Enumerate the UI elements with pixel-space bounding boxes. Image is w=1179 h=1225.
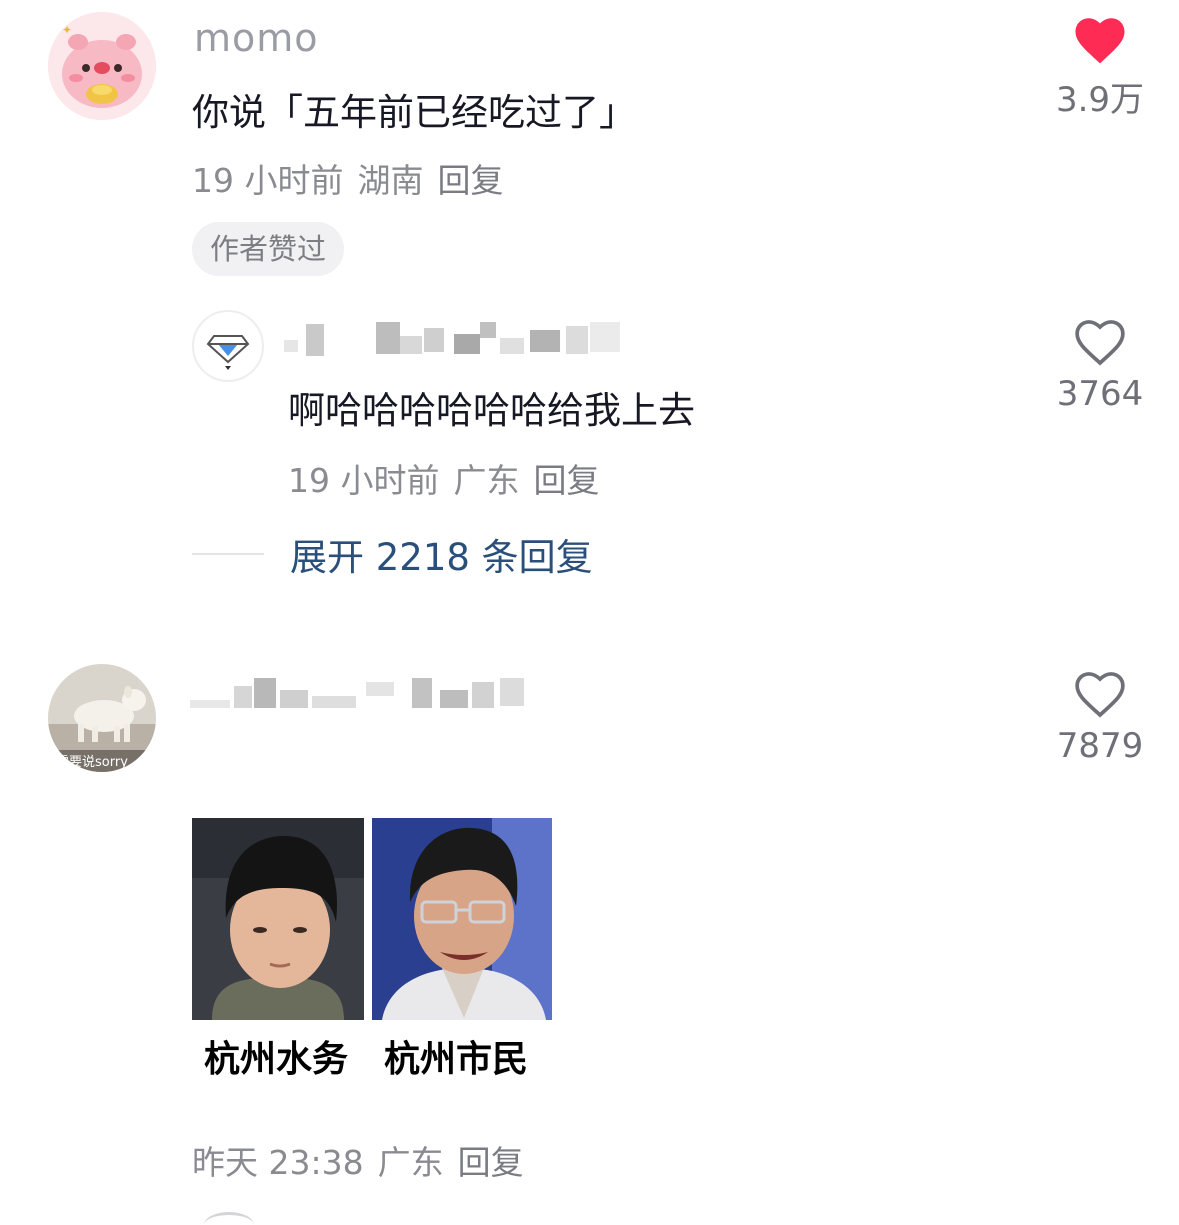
comment-username[interactable]: momo xyxy=(194,16,319,60)
reply-button[interactable]: 回复 xyxy=(437,161,503,200)
reply-text: 啊哈哈哈哈哈哈给我上去 xyxy=(288,389,695,432)
diamond-avatar-icon xyxy=(206,335,250,370)
heart-outline-icon xyxy=(1075,320,1125,366)
svg-text:✦: ✦ xyxy=(62,23,72,37)
comment-time: 昨天 23:38 xyxy=(192,1143,364,1182)
heart-outline-icon xyxy=(1075,672,1125,718)
dog-avatar-icon: 需要说sorry xyxy=(48,664,156,772)
user-avatar[interactable]: ✦ xyxy=(48,12,156,120)
next-avatar-partial xyxy=(204,1212,254,1225)
author-liked-badge: 作者赞过 xyxy=(192,222,345,276)
reply-button[interactable]: 回复 xyxy=(533,461,599,500)
comment-time: 19 小时前 xyxy=(192,161,344,200)
reply-location: 广东 xyxy=(453,461,520,500)
comment-text: 你说「五年前已经吃过了」 xyxy=(192,91,636,134)
like-count: 3764 xyxy=(1056,374,1144,414)
expand-replies-label: 展开 2218 条回复 xyxy=(290,536,593,579)
expand-divider xyxy=(192,553,264,555)
user-avatar[interactable]: 需要说sorry xyxy=(48,664,156,772)
comment-location: 广东 xyxy=(377,1143,444,1182)
meme-image[interactable]: 杭州水务 杭州市民 xyxy=(192,818,552,1086)
reply-button[interactable]: 回复 xyxy=(458,1143,524,1182)
comment-location: 湖南 xyxy=(357,161,424,200)
meme-caption-right: 杭州市民 xyxy=(384,1039,529,1080)
heart-filled-icon xyxy=(1075,18,1125,64)
meme-photo-left xyxy=(192,818,364,1020)
like-button[interactable]: 3.9万 xyxy=(1040,14,1160,121)
blurred-username xyxy=(190,676,535,710)
meme-caption-left: 杭州水务 xyxy=(204,1039,349,1080)
comment-meta: 昨天 23:38 广东 回复 xyxy=(192,1136,538,1184)
pink-pig-avatar-icon: ✦ xyxy=(48,12,156,120)
like-count: 3.9万 xyxy=(1055,80,1145,120)
like-button[interactable]: 3764 xyxy=(1040,316,1160,414)
like-button[interactable]: 7879 xyxy=(1040,668,1160,766)
like-count: 7879 xyxy=(1056,726,1144,766)
comment-meta: 19 小时前 湖南 回复 xyxy=(192,154,517,202)
avatar-caption: 需要说sorry xyxy=(56,755,128,770)
expand-replies-button[interactable]: 展开 2218 条回复 xyxy=(192,528,593,580)
blurred-username xyxy=(284,318,624,358)
reply-time: 19 小时前 xyxy=(288,461,440,500)
reply-meta: 19 小时前 广东 回复 xyxy=(288,454,613,502)
meme-photo-right xyxy=(372,818,552,1020)
reply-avatar[interactable] xyxy=(192,310,264,382)
